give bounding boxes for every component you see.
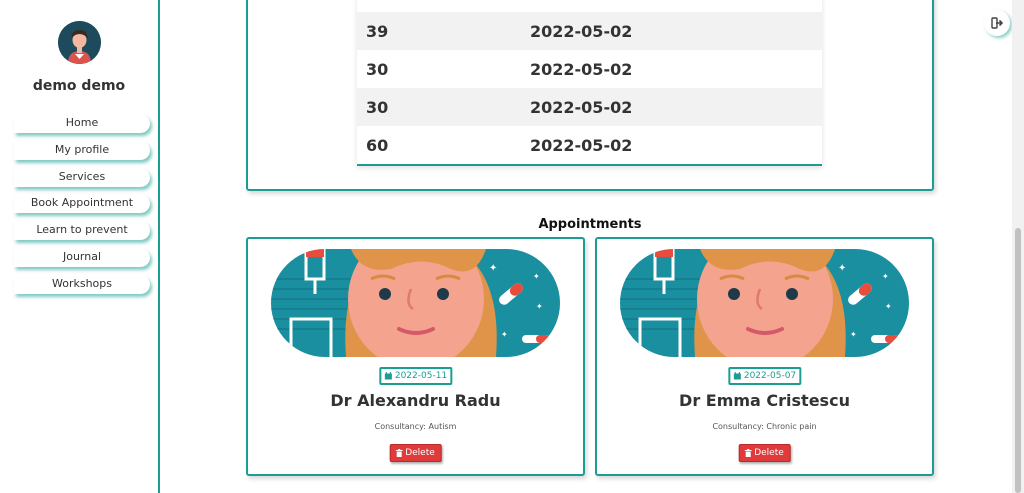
records-table: 39 2022-05-02 30 2022-05-02 30 2022-05-0… [357, 0, 822, 166]
svg-text:✦: ✦ [838, 263, 846, 274]
appointment-date-badge: 2022-05-11 [378, 367, 453, 385]
sign-out-icon [991, 17, 1003, 29]
sidebar-nav: Home My profile Services Book Appointmen… [14, 114, 150, 302]
consultancy-type: Consultancy: Autism [374, 422, 457, 431]
appointment-card: ✦ ✦ ✦ ✦ 2022-05-07 Dr Emma Cristescu Con… [595, 237, 934, 476]
table-cell-date: 2022-05-02 [530, 135, 633, 155]
table-cell-date: 2022-05-02 [530, 97, 633, 117]
sidebar-item-services[interactable]: Services [14, 167, 150, 187]
sidebar-item-workshops[interactable]: Workshops [14, 274, 150, 294]
logout-button[interactable] [984, 10, 1010, 36]
table-row: 39 2022-05-02 [357, 12, 822, 50]
appointment-card: ✦ ✦ ✦ ✦ 2022-05-11 Dr Alexandru Radu Con… [246, 237, 585, 476]
scrollbar-thumb[interactable] [1015, 228, 1021, 493]
sidebar-item-book-appointment[interactable]: Book Appointment [14, 194, 150, 214]
sidebar-item-learn-to-prevent[interactable]: Learn to prevent [14, 221, 150, 241]
user-avatar-icon[interactable] [58, 21, 101, 64]
svg-text:✦: ✦ [850, 330, 857, 339]
sidebar-item-journal[interactable]: Journal [14, 247, 150, 267]
table-row: 30 2022-05-02 [357, 88, 822, 126]
doctor-name: Dr Alexandru Radu [330, 391, 501, 410]
table-cell-date: 2022-05-02 [530, 21, 633, 41]
appointment-date: 2022-05-07 [743, 371, 797, 381]
app-root: demo demo Home My profile Services Book … [0, 0, 1024, 493]
table-row: 60 2022-05-02 [357, 126, 822, 164]
appointment-date: 2022-05-11 [394, 371, 448, 381]
table-row: 30 2022-05-02 [357, 50, 822, 88]
table-cell-value: 39 [366, 21, 389, 41]
svg-text:✦: ✦ [501, 330, 508, 339]
doctor-illustration: ✦ ✦ ✦ ✦ [271, 249, 560, 357]
svg-text:✦: ✦ [882, 272, 889, 281]
page-scrollbar[interactable] [1012, 0, 1024, 493]
doctor-name: Dr Emma Cristescu [679, 391, 850, 410]
svg-text:✦: ✦ [489, 263, 497, 274]
table-cell-value: 30 [366, 97, 389, 117]
table-cell-date: 2022-05-02 [530, 59, 633, 79]
appointment-date-badge: 2022-05-07 [727, 367, 802, 385]
user-name: demo demo [32, 78, 126, 94]
appointments-title: Appointments [538, 217, 642, 232]
calendar-icon [733, 372, 741, 380]
table-row [357, 0, 822, 12]
delete-appointment-button[interactable]: Delete [389, 444, 442, 462]
consultancy-type: Consultancy: Chronic pain [712, 422, 817, 431]
table-cell-value: 60 [366, 135, 389, 155]
trash-icon [395, 449, 403, 457]
trash-icon [744, 449, 752, 457]
doctor-illustration: ✦ ✦ ✦ ✦ [620, 249, 909, 357]
svg-text:✦: ✦ [533, 272, 540, 281]
table-cell-value: 30 [366, 59, 389, 79]
svg-text:✦: ✦ [885, 302, 892, 311]
sidebar: demo demo Home My profile Services Book … [0, 0, 160, 493]
delete-button-label: Delete [405, 448, 435, 458]
sidebar-item-home[interactable]: Home [14, 114, 150, 133]
delete-appointment-button[interactable]: Delete [738, 444, 791, 462]
sidebar-item-my-profile[interactable]: My profile [14, 140, 150, 160]
calendar-icon [384, 372, 392, 380]
delete-button-label: Delete [754, 448, 784, 458]
svg-text:✦: ✦ [536, 302, 543, 311]
